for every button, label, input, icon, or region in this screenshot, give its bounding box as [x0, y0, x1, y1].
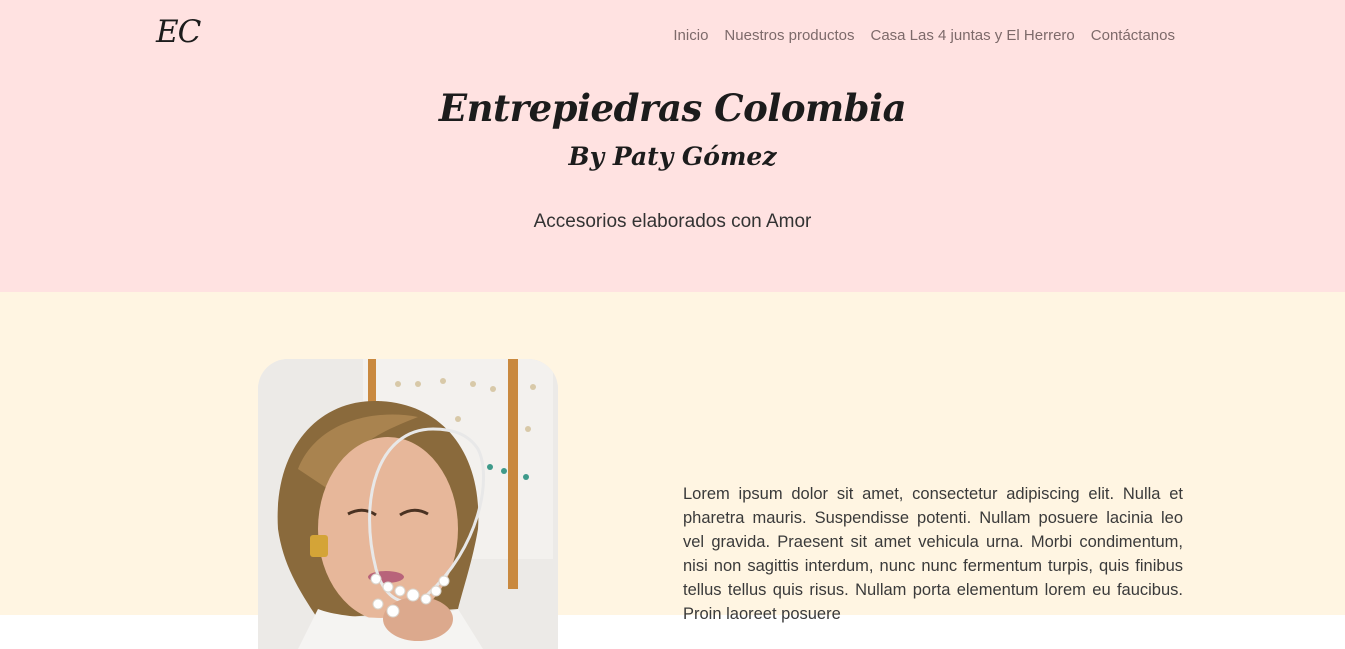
- founder-photo-illustration: [258, 359, 558, 649]
- hero-tagline: Accesorios elaborados con Amor: [533, 211, 812, 232]
- site-logo[interactable]: EC: [156, 14, 201, 50]
- about-text: Lorem ipsum dolor sit amet, consectetur …: [683, 484, 1183, 623]
- hero-subtitle: By Paty Gómez: [568, 142, 777, 171]
- about-section: Lorem ipsum dolor sit amet, consectetur …: [0, 292, 1345, 649]
- nav-link-casa[interactable]: Casa Las 4 juntas y El Herrero: [871, 27, 1075, 44]
- nav-link-contacto[interactable]: Contáctanos: [1091, 27, 1175, 44]
- nav-link-inicio[interactable]: Inicio: [673, 27, 708, 44]
- main-nav: Inicio Nuestros productos Casa Las 4 jun…: [673, 27, 1175, 44]
- nav-link-productos[interactable]: Nuestros productos: [724, 27, 854, 44]
- founder-photo: [258, 359, 558, 649]
- site-header: EC Inicio Nuestros productos Casa Las 4 …: [0, 0, 1345, 292]
- hero-title: Entrepiedras Colombia: [438, 86, 907, 130]
